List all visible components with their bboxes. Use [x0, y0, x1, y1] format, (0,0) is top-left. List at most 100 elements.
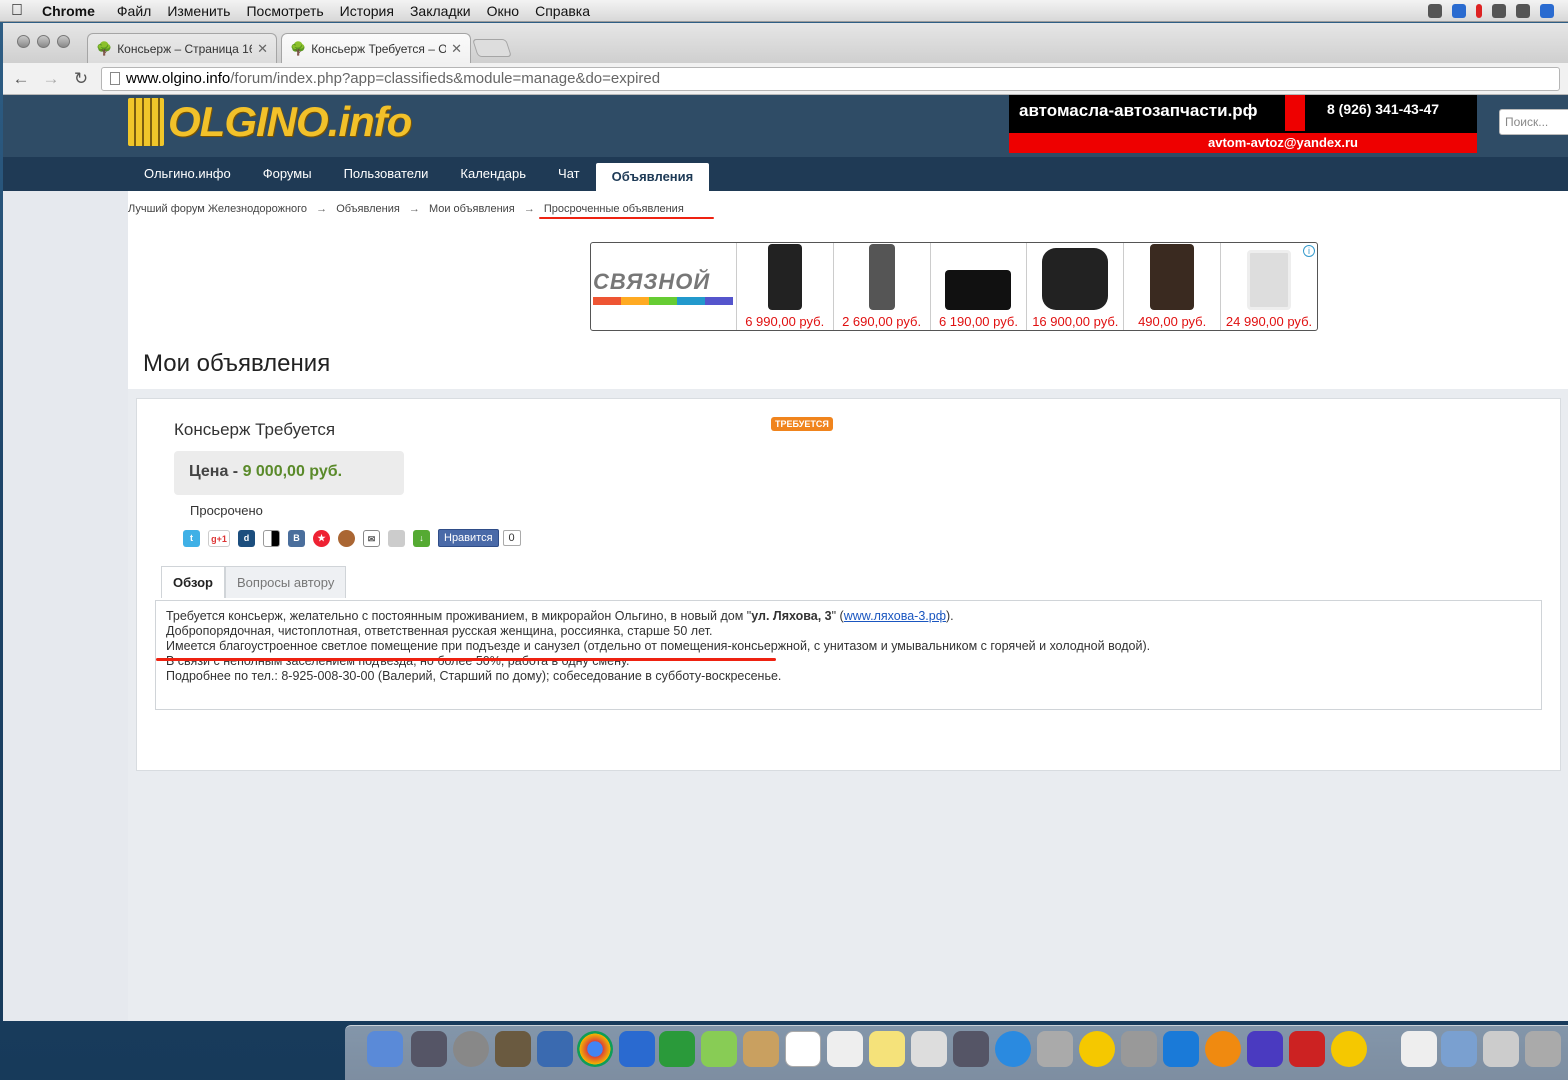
1c-icon[interactable] — [1079, 1031, 1115, 1067]
document-icon[interactable] — [1401, 1031, 1437, 1067]
contacts-icon[interactable] — [743, 1031, 779, 1067]
search-input[interactable]: Поиск... — [1499, 109, 1568, 135]
trash-icon[interactable] — [1525, 1031, 1561, 1067]
tray-app-icon[interactable] — [1476, 3, 1482, 18]
nav-item-classifieds[interactable]: Объявления — [595, 163, 710, 191]
breadcrumb-item[interactable]: Объявления — [336, 203, 400, 215]
google-plus-icon[interactable]: g+1 — [208, 529, 230, 547]
address-bar[interactable]: www.olgino.info/forum/index.php?app=clas… — [101, 66, 1560, 91]
feature-phone-image — [868, 244, 895, 310]
ad-product[interactable]: 6 990,00 руб. — [735, 243, 833, 330]
teamviewer-icon[interactable] — [1163, 1031, 1199, 1067]
facebook-like-button[interactable]: Нравится — [438, 529, 499, 547]
app-store-icon[interactable] — [995, 1031, 1031, 1067]
description-line: Добропорядочная, чистоплотная, ответстве… — [166, 624, 713, 638]
nav-item-forums[interactable]: Форумы — [247, 157, 328, 191]
word-icon[interactable] — [619, 1031, 655, 1067]
ad-product[interactable]: 16 900,00 руб. — [1026, 243, 1123, 330]
ad-info-icon[interactable]: i — [1303, 245, 1315, 257]
download-icon[interactable]: ↓ — [413, 529, 430, 547]
time-machine-icon[interactable] — [1492, 3, 1506, 18]
tab-ask-author[interactable]: Вопросы автору — [225, 566, 347, 598]
menu-help[interactable]: Справка — [527, 3, 598, 19]
menu-bookmarks[interactable]: Закладки — [402, 3, 479, 19]
back-arrow-icon[interactable]: ← — [11, 69, 31, 89]
tray-app-icon[interactable] — [1452, 3, 1466, 18]
filezilla-icon[interactable] — [1289, 1031, 1325, 1067]
description-line: Имеется благоустроенное светлое помещени… — [166, 639, 1151, 653]
vkontakte-icon[interactable]: B — [288, 529, 305, 547]
nav-item-calendar[interactable]: Календарь — [444, 157, 542, 191]
calculator-icon[interactable] — [1037, 1031, 1073, 1067]
menu-view[interactable]: Посмотреть — [238, 3, 331, 19]
breadcrumb-item[interactable]: Лучший форум Железнодорожного — [128, 203, 307, 215]
calendar-icon[interactable] — [785, 1031, 821, 1067]
menu-file[interactable]: Файл — [109, 3, 159, 19]
chrome-icon[interactable] — [577, 1031, 613, 1067]
ad-product[interactable]: 2 690,00 руб. — [832, 243, 930, 330]
close-tab-icon[interactable]: ✕ — [451, 41, 462, 57]
bookmark-star-icon[interactable]: ★ — [313, 529, 330, 547]
menu-edit[interactable]: Изменить — [159, 3, 238, 19]
browser-tab[interactable]: 🌳 Консьерж – Страница 16 ✕ — [87, 33, 277, 63]
email-icon[interactable]: ✉ — [363, 529, 380, 547]
digg-icon[interactable]: d — [238, 529, 255, 547]
tab-overview[interactable]: Обзор — [161, 566, 225, 598]
parallels-icon[interactable] — [411, 1031, 447, 1067]
folder-icon[interactable] — [1441, 1031, 1477, 1067]
stack-icon[interactable] — [1483, 1031, 1519, 1067]
red-annotation-underline — [539, 217, 714, 219]
close-tab-icon[interactable]: ✕ — [257, 41, 268, 57]
excel-icon[interactable] — [659, 1031, 695, 1067]
breadcrumb-item-current[interactable]: Просроченные объявления — [544, 203, 684, 215]
banner-phone: 8 (926) 341-43-47 — [1327, 101, 1440, 117]
app-icon[interactable] — [1247, 1031, 1283, 1067]
ad-product[interactable]: 6 190,00 руб. — [929, 243, 1027, 330]
nav-item-olgino[interactable]: Ольгино.инфо — [128, 157, 247, 191]
apple-menu-icon[interactable]:  — [0, 2, 34, 20]
zoom-window-button[interactable] — [57, 35, 70, 48]
1c-icon[interactable] — [1331, 1031, 1367, 1067]
bluetooth-icon[interactable] — [1516, 3, 1530, 18]
reload-icon[interactable]: ↻ — [71, 69, 91, 89]
tree-favicon-icon: 🌳 — [96, 40, 113, 56]
delicious-icon[interactable] — [263, 529, 280, 547]
nav-item-users[interactable]: Пользователи — [328, 157, 445, 191]
launchpad-icon[interactable] — [453, 1031, 489, 1067]
volume-icon[interactable] — [1428, 3, 1442, 18]
photo-app-icon[interactable] — [495, 1031, 531, 1067]
mail-bird-icon[interactable] — [537, 1031, 573, 1067]
wifi-icon[interactable] — [1540, 3, 1554, 18]
forward-arrow-icon[interactable]: → — [41, 69, 61, 89]
ad-product[interactable]: 24 990,00 руб. — [1220, 243, 1317, 330]
nav-item-chat[interactable]: Чат — [542, 157, 596, 191]
photo-booth-icon[interactable] — [953, 1031, 989, 1067]
new-tab-button[interactable] — [472, 39, 512, 57]
system-preferences-icon[interactable] — [1121, 1031, 1157, 1067]
notes-icon[interactable] — [869, 1031, 905, 1067]
menu-window[interactable]: Окно — [479, 3, 528, 19]
svyaznoy-ad-banner[interactable]: СВЯЗНОЙ 6 990,00 руб. 2 690,00 руб. 6 19… — [590, 242, 1318, 331]
listing-tabs: Обзор Вопросы автору — [161, 566, 347, 598]
close-window-button[interactable] — [17, 35, 30, 48]
app-icon[interactable] — [701, 1031, 737, 1067]
ad-product-price: 16 900,00 руб. — [1032, 314, 1119, 329]
description-line: Подробнее по тел.: 8-925-008-30-00 (Вале… — [166, 669, 782, 683]
print-icon[interactable] — [388, 529, 405, 547]
ibooks-icon[interactable] — [1205, 1031, 1241, 1067]
header-banner-ad[interactable]: автомасла-автозапчасти.рф 8 (926) 341-43… — [1009, 95, 1477, 153]
site-logo[interactable]: OLGINO.info — [128, 98, 412, 146]
minimize-window-button[interactable] — [37, 35, 50, 48]
browser-tab-active[interactable]: 🌳 Консьерж Требуется – Об ✕ — [281, 33, 471, 63]
twitter-icon[interactable]: t — [183, 529, 200, 547]
preview-icon[interactable] — [911, 1031, 947, 1067]
ad-product[interactable]: 490,00 руб. — [1123, 243, 1220, 330]
browser-toolbar: ← → ↻ www.olgino.info/forum/index.php?ap… — [3, 63, 1568, 95]
menu-app[interactable]: Chrome — [34, 3, 109, 19]
breadcrumb-item[interactable]: Мои объявления — [429, 203, 515, 215]
odnoklassniki-icon[interactable] — [338, 529, 355, 547]
menu-history[interactable]: История — [332, 3, 402, 19]
house-website-link[interactable]: www.ляхова-3.рф — [844, 609, 946, 623]
finder-icon[interactable] — [367, 1031, 403, 1067]
reminders-icon[interactable] — [827, 1031, 863, 1067]
